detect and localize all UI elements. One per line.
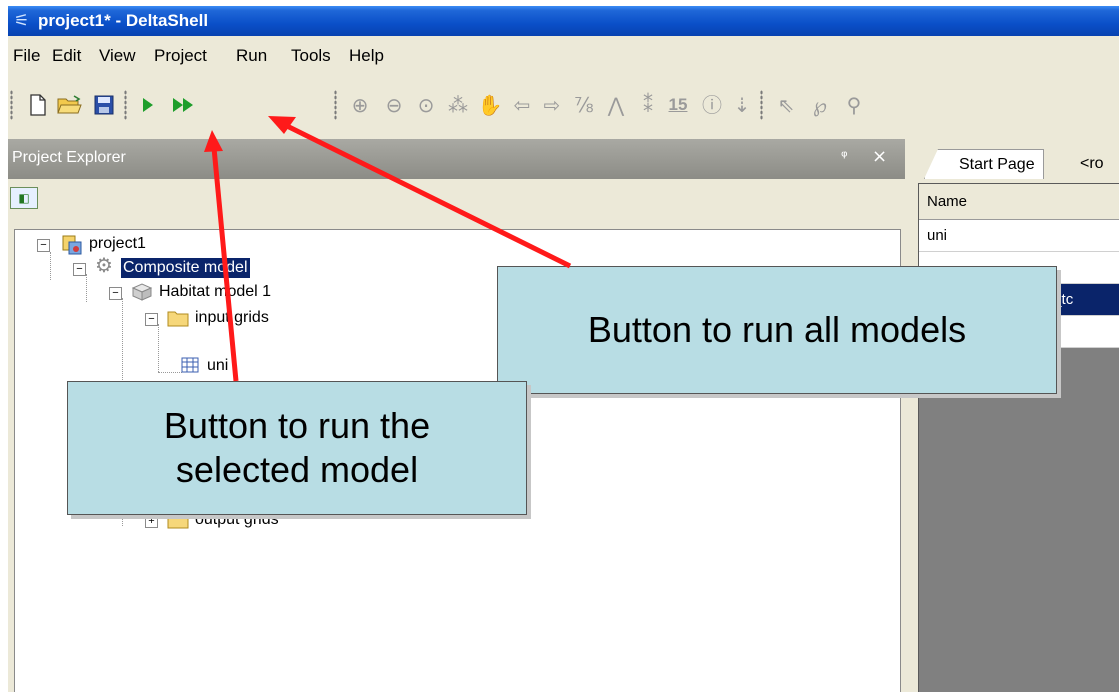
tree-node-habitat-model[interactable]: − Habitat model 1: [15, 282, 315, 304]
run-selected-icon[interactable]: [134, 90, 162, 120]
run-all-icon[interactable]: [170, 90, 198, 120]
collapse-icon[interactable]: −: [73, 263, 86, 276]
north-arrow-icon[interactable]: ⋀: [602, 90, 630, 120]
project-explorer-title: Project Explorer: [12, 149, 126, 166]
deltashell-app-icon: ⚟: [14, 11, 30, 31]
document-tabs: Start Page <ro: [910, 143, 1119, 179]
lasso-icon[interactable]: ℘: [806, 90, 834, 120]
tree-label: input grids: [195, 309, 269, 326]
menu-help[interactable]: Help: [349, 46, 384, 66]
grid-row[interactable]: uni: [919, 220, 1119, 252]
info-icon[interactable]: ⓘ: [698, 90, 726, 120]
tree-label: Habitat model 1: [159, 283, 272, 300]
tree-node-project1[interactable]: − project1: [15, 234, 315, 256]
expand-icon[interactable]: +: [145, 515, 158, 528]
label-icon[interactable]: ⁑: [634, 90, 662, 120]
callout-run-selected: Button to run the selected model: [67, 381, 527, 515]
title-bar: ⚟ project1* - DeltaShell: [8, 6, 1119, 36]
collapse-icon[interactable]: −: [37, 239, 50, 252]
count-indicator[interactable]: 15: [664, 90, 692, 120]
zoom-extent-icon[interactable]: ⊙: [412, 90, 440, 120]
menu-bar: File Edit View Project Run Tools Help: [8, 36, 1119, 76]
menu-file[interactable]: File: [13, 46, 40, 66]
tab-start-page[interactable]: Start Page: [924, 149, 1044, 179]
vertex-edit-icon[interactable]: ⚲: [840, 90, 868, 120]
gear-icon: ⚙: [95, 255, 113, 277]
tree-label: project1: [89, 235, 146, 252]
measure-icon[interactable]: ⅞: [570, 90, 598, 120]
sync-selection-icon[interactable]: ◧: [10, 187, 38, 209]
toolbar-grip[interactable]: [760, 90, 763, 120]
menu-run[interactable]: Run: [236, 46, 267, 66]
zoom-in-icon[interactable]: ⊕: [346, 90, 374, 120]
project-explorer-header: Project Explorer ᵠ ×: [8, 139, 905, 179]
layers-icon[interactable]: ⁂: [444, 90, 472, 120]
toolbar-grip[interactable]: [124, 90, 127, 120]
open-folder-icon[interactable]: [56, 90, 84, 120]
new-file-icon[interactable]: [24, 90, 52, 120]
callout-run-all: Button to run all models: [497, 266, 1057, 394]
select-pointer-icon[interactable]: ⇖: [772, 90, 800, 120]
pin-icon[interactable]: ᵠ: [841, 147, 848, 166]
tree-label: uni: [207, 357, 229, 374]
grid-icon: [181, 357, 199, 378]
import-icon[interactable]: ⇣: [728, 90, 756, 120]
back-arrow-icon[interactable]: ⇦: [508, 90, 536, 120]
zoom-out-icon[interactable]: ⊖: [380, 90, 408, 120]
tree-label: Composite model: [121, 258, 250, 278]
menu-view[interactable]: View: [99, 46, 136, 66]
close-icon[interactable]: ×: [872, 146, 887, 167]
menu-project[interactable]: Project: [154, 46, 207, 66]
model-icon: [131, 282, 153, 307]
main-toolbar: ⊕ ⊖ ⊙ ⁂ ✋ ⇦ ⇨ ⅞ ⋀ ⁑ 15 ⓘ ⇣ ⇖ ℘ ⚲: [8, 80, 1119, 132]
tree-node-composite-model[interactable]: − ⚙ Composite model: [15, 255, 315, 280]
save-disk-icon[interactable]: [90, 90, 118, 120]
window-title: project1* - DeltaShell: [38, 11, 209, 30]
folder-icon: [167, 309, 189, 332]
forward-arrow-icon[interactable]: ⇨: [538, 90, 566, 120]
collapse-icon[interactable]: −: [145, 313, 158, 326]
grid-column-header[interactable]: Name: [919, 184, 1119, 220]
data-grid: Name uni ked_tc: [918, 183, 1119, 692]
project-icon: [61, 234, 83, 261]
callout-run-all-text: Button to run all models: [587, 309, 967, 350]
menu-tools[interactable]: Tools: [291, 46, 331, 66]
tree-node-uni[interactable]: uni: [15, 356, 315, 378]
collapse-icon[interactable]: −: [109, 287, 122, 300]
menu-edit[interactable]: Edit: [52, 46, 81, 66]
document-area: Start Page <ro Name uni ked_tc: [910, 139, 1119, 692]
toolbar-grip[interactable]: [10, 90, 13, 120]
pan-hand-icon[interactable]: ✋: [476, 90, 504, 120]
tree-node-input-grids[interactable]: − input grids: [15, 308, 315, 330]
callout-run-selected-text: Button to run the selected model: [163, 405, 431, 490]
toolbar-grip[interactable]: [334, 90, 337, 120]
tab-root[interactable]: <ro: [1070, 149, 1119, 179]
